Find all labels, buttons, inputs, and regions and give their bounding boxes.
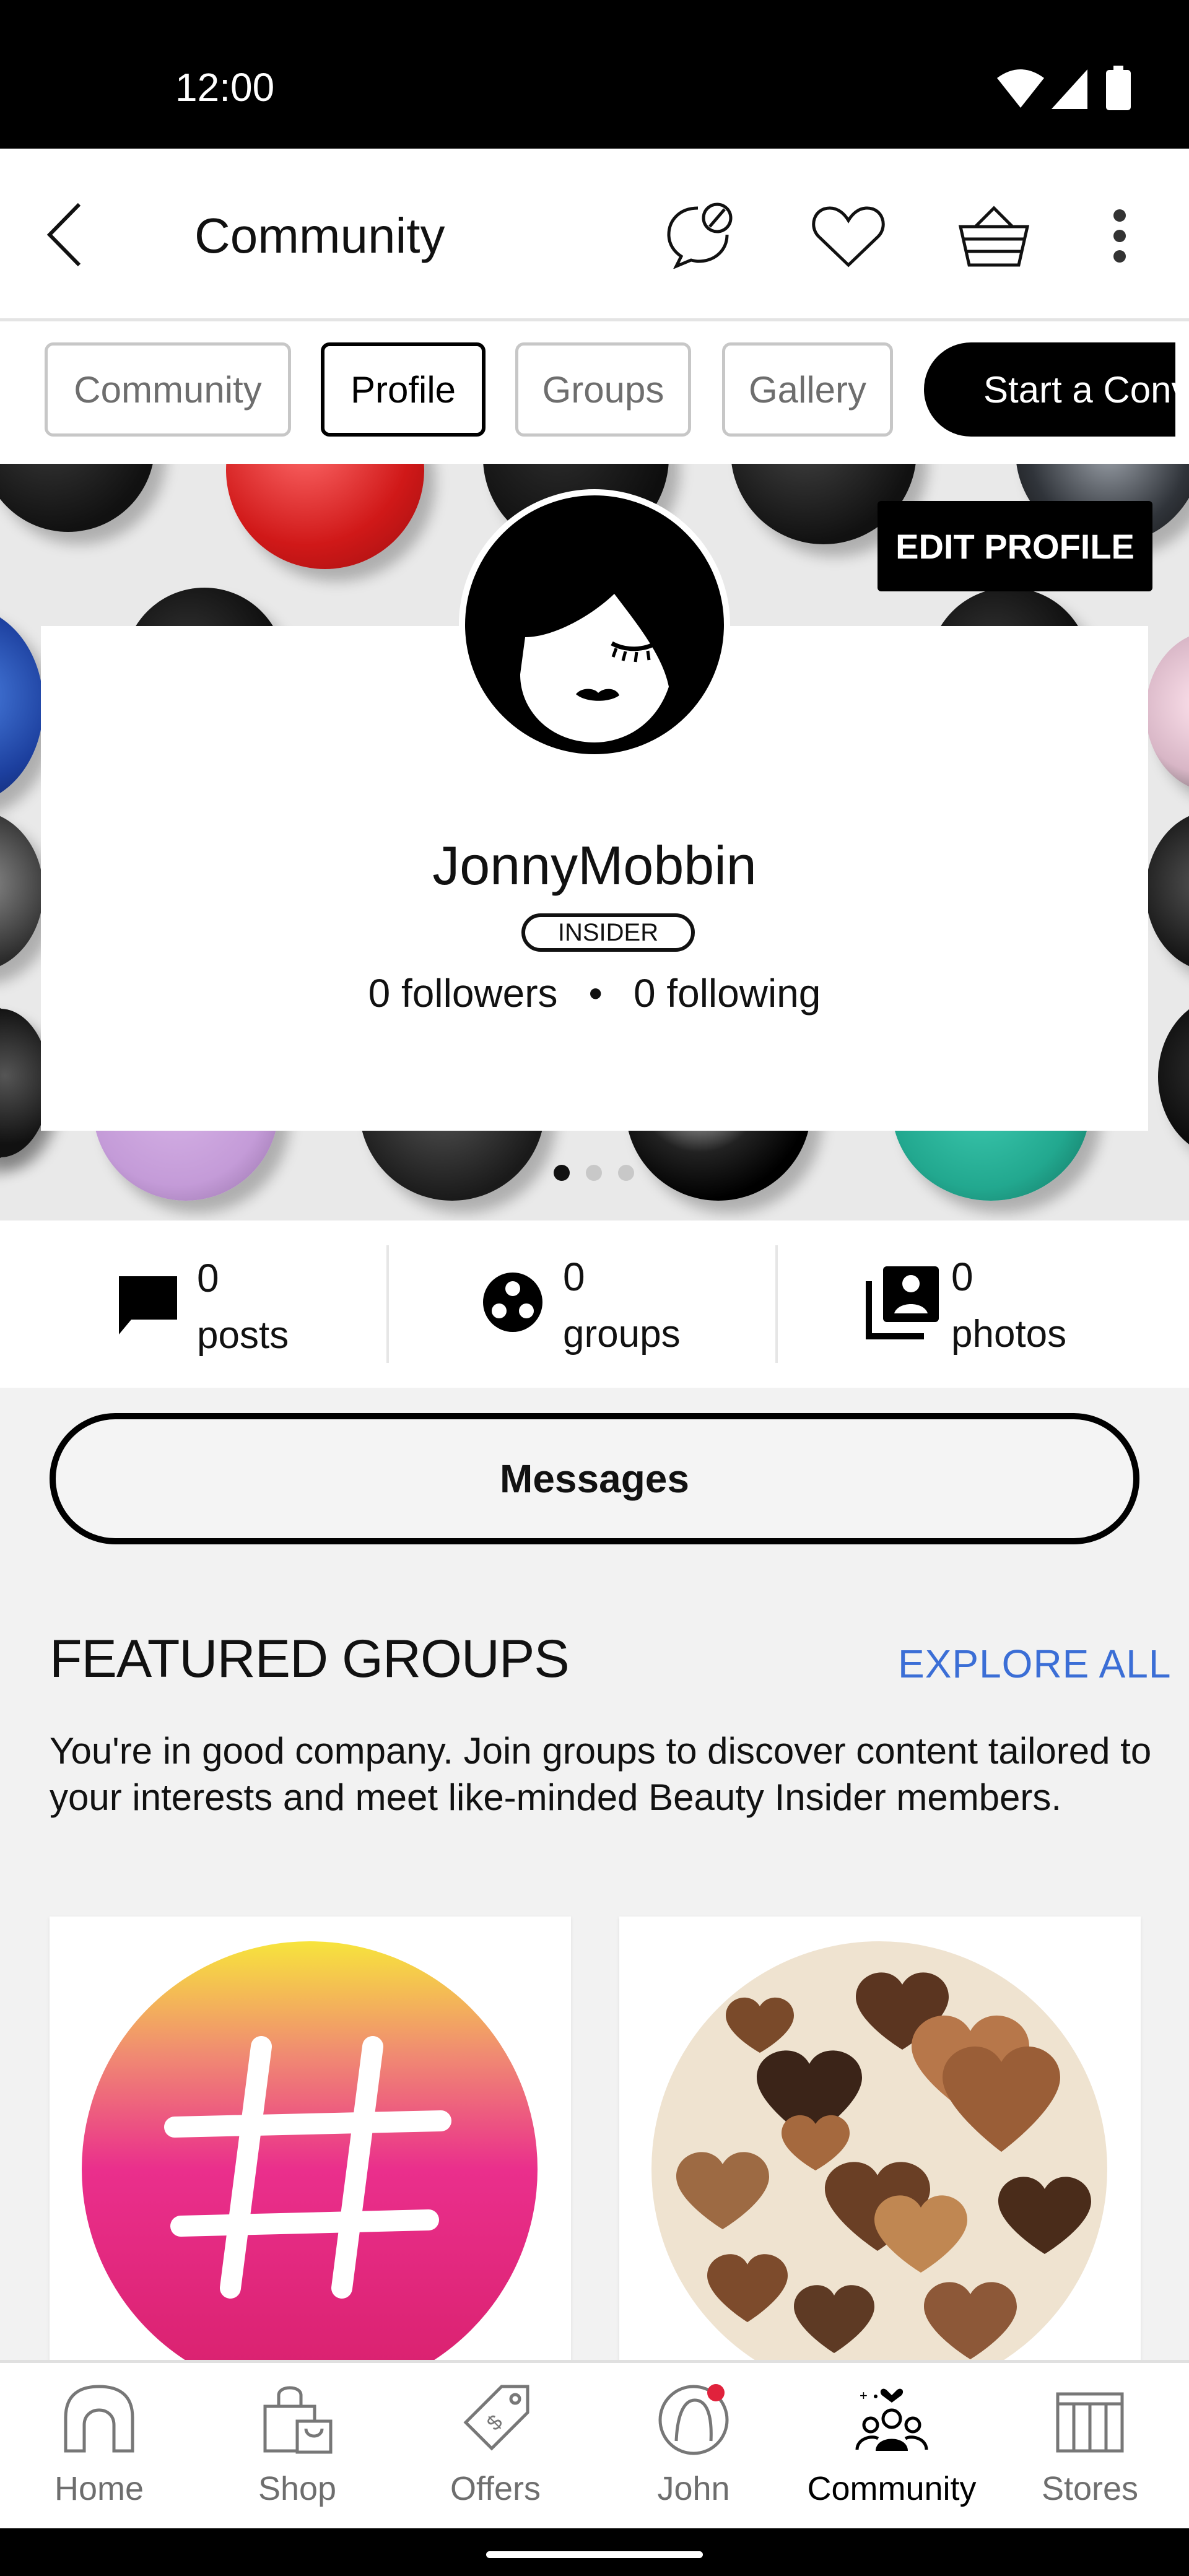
back-arrow-icon[interactable] [43,201,87,269]
basket-icon[interactable] [957,204,1031,269]
tab-label: Community [74,368,262,411]
nav-stores[interactable]: Stores [991,2363,1189,2531]
nav-label: Community [807,2470,977,2507]
stat-posts[interactable]: 0 posts [0,1221,388,1388]
carousel-dot[interactable] [586,1165,602,1181]
tab-profile[interactable]: Profile [321,342,486,437]
nav-label: Stores [1041,2470,1139,2507]
insider-badge-label: INSIDER [557,918,659,946]
tab-label: Groups [542,368,664,411]
separator-dot: • [588,971,603,1016]
profile-icon [658,2384,729,2455]
nav-offers[interactable]: $ Offers [396,2363,594,2531]
start-conversation-label: Start a Conv [983,368,1189,411]
messages-label: Messages [500,1456,689,1501]
groups-count: 0 [563,1255,585,1299]
hearts-group-image [651,1941,1107,2362]
profile-hero: JonnyMobbin INSIDER 0 followers • 0 foll… [0,464,1189,1221]
username: JonnyMobbin [432,835,757,896]
followers-count[interactable]: 0 followers [368,970,558,1016]
featured-groups-description: You're in good company. Join groups to d… [50,1730,1152,1818]
nav-community[interactable]: + Community [793,2363,991,2531]
tab-label: Gallery [748,368,867,411]
community-icon: + [855,2388,928,2451]
carousel-dot[interactable] [618,1165,634,1181]
nav-label: Home [54,2470,144,2507]
heart-icon[interactable] [810,203,887,270]
status-bar: 12:00 [0,0,1189,149]
tab-gallery[interactable]: Gallery [722,342,893,437]
chat-bubble-icon [119,1276,177,1334]
nav-label: Shop [258,2470,337,2507]
insider-badge: INSIDER [521,913,695,952]
tab-label: Profile [350,368,456,411]
nav-label: Offers [450,2470,541,2507]
photo-library-icon [866,1266,939,1339]
group-card[interactable] [50,1917,571,2362]
tab-groups[interactable]: Groups [515,342,691,437]
app-bar: Community [0,149,1189,321]
wifi-icon [997,69,1044,108]
follow-counts: 0 followers • 0 following [41,970,1148,1016]
hashtag-group-image [82,1941,538,2362]
nav-label: John [657,2470,730,2507]
edit-profile-button[interactable]: EDIT PROFILE [878,501,1152,591]
more-options-icon[interactable] [1112,208,1127,264]
group-card[interactable] [619,1917,1141,2362]
home-gesture-handle[interactable] [486,2551,703,2558]
signal-icon [1052,69,1087,109]
photos-count: 0 [951,1255,973,1299]
profile-stats: 0 posts 0 groups 0 photos [0,1221,1189,1388]
carousel-dot-active[interactable] [554,1165,570,1181]
nav-home[interactable]: Home [0,2363,198,2531]
store-icon [1056,2392,1124,2453]
stat-photos[interactable]: 0 photos [777,1221,1189,1388]
messages-button[interactable]: Messages [50,1413,1139,1544]
following-count[interactable]: 0 following [634,970,821,1016]
shopping-bag-icon [263,2386,333,2454]
svg-text:$: $ [482,2410,507,2435]
posts-label: posts [197,1314,289,1357]
stat-groups[interactable]: 0 groups [388,1221,777,1388]
avatar[interactable] [458,489,731,761]
posts-count: 0 [197,1256,219,1300]
svg-text:+: + [860,2388,868,2403]
community-tabs: Community Profile Groups Gallery Start a… [0,321,1189,464]
status-time: 12:00 [175,65,275,110]
tab-community[interactable]: Community [45,342,291,437]
nav-profile[interactable]: John [594,2363,793,2531]
featured-groups-title: FEATURED GROUPS [50,1629,570,1689]
tag-icon: $ [463,2385,529,2451]
photos-label: photos [951,1313,1067,1355]
groups-label: groups [563,1313,681,1355]
start-conversation-button[interactable]: Start a Conv [924,342,1189,437]
groups-icon [483,1273,542,1332]
nav-shop[interactable]: Shop [198,2363,396,2531]
battery-icon [1106,66,1131,110]
home-icon [64,2385,134,2453]
new-conversation-icon[interactable] [664,201,738,269]
explore-all-link[interactable]: EXPLORE ALL [898,1641,1171,1687]
edit-profile-label: EDIT PROFILE [895,526,1135,566]
bottom-navigation: Home Shop $ Offers John + Community Stor… [0,2360,1189,2531]
page-title: Community [194,208,445,263]
